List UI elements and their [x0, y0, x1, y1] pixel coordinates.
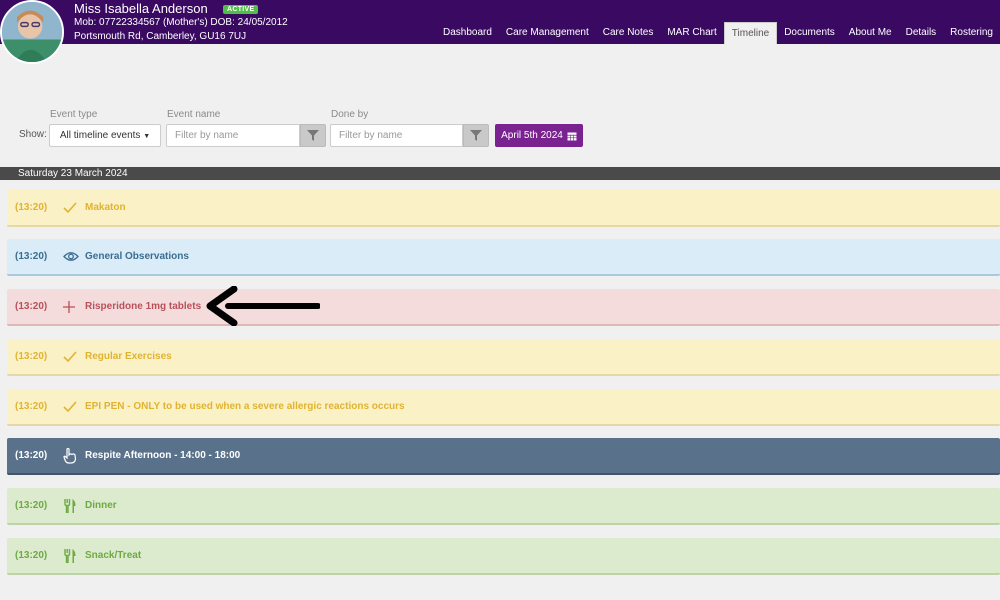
timeline-event-makaton[interactable]: (13:20) Makaton: [7, 190, 1000, 227]
status-badge: ACTIVE: [223, 5, 259, 14]
event-name-input[interactable]: [166, 124, 300, 147]
event-type-value: All timeline events: [59, 130, 141, 141]
hand-pointer-icon: [63, 447, 83, 464]
event-label: Risperidone 1mg tablets: [85, 301, 202, 312]
patient-address: Portsmouth Rd, Camberley, GU16 7UJ: [74, 31, 247, 42]
event-time: (13:20): [15, 251, 48, 262]
event-label: EPI PEN - ONLY to be used when a severe …: [85, 401, 405, 412]
check-icon: [63, 399, 83, 415]
avatar-photo: [2, 2, 62, 62]
tab-mar-chart[interactable]: MAR Chart: [660, 22, 723, 44]
timeline-event-respite-afternoon[interactable]: (13:20) Respite Afternoon - 14:00 - 18:0…: [7, 438, 1000, 475]
tab-documents[interactable]: Documents: [777, 22, 842, 44]
event-label: Respite Afternoon - 14:00 - 18:00: [85, 450, 241, 461]
timeline-event-regular-exercises[interactable]: (13:20) Regular Exercises: [7, 339, 1000, 376]
event-type-label: Event type: [50, 109, 98, 120]
event-time: (13:20): [15, 202, 48, 213]
timeline-event-dinner[interactable]: (13:20) Dinner: [7, 488, 1000, 525]
check-icon: [63, 200, 83, 216]
funnel-icon: [307, 130, 319, 141]
tab-care-notes[interactable]: Care Notes: [596, 22, 661, 44]
caret-down-icon: ▼: [143, 133, 151, 140]
event-time: (13:20): [15, 550, 48, 561]
tab-rostering[interactable]: Rostering: [943, 22, 1000, 44]
done-by-filter-button[interactable]: [463, 124, 489, 147]
timeline-event-snack-treat[interactable]: (13:20) Snack/Treat: [7, 538, 1000, 575]
event-name-label: Event name: [167, 109, 221, 120]
date-picker-button[interactable]: April 5th 2024: [495, 124, 583, 147]
patient-name: Miss Isabella Anderson: [74, 1, 208, 16]
eye-icon: [63, 249, 83, 265]
event-name-filter-button[interactable]: [300, 124, 326, 147]
tab-timeline[interactable]: Timeline: [723, 22, 778, 44]
date-picker-label: April 5th 2024: [501, 130, 563, 141]
plus-icon: [63, 299, 83, 315]
tab-care-management[interactable]: Care Management: [499, 22, 596, 44]
cutlery-icon: [63, 498, 83, 514]
event-time: (13:20): [15, 351, 48, 362]
event-label: Snack/Treat: [85, 550, 142, 561]
event-label: Regular Exercises: [85, 351, 172, 362]
funnel-icon: [470, 130, 482, 141]
done-by-label: Done by: [331, 109, 369, 120]
check-icon: [63, 349, 83, 365]
patient-contact: Mob: 07722334567 (Mother's) DOB: 24/05/2…: [74, 17, 288, 28]
tab-about-me[interactable]: About Me: [842, 22, 899, 44]
show-label: Show:: [19, 129, 47, 140]
done-by-input[interactable]: [330, 124, 463, 147]
event-label: General Observations: [85, 251, 189, 262]
event-time: (13:20): [15, 401, 48, 412]
timeline-event-general-observations[interactable]: (13:20) General Observations: [7, 239, 1000, 276]
main-nav: Dashboard Care Management Care Notes MAR…: [436, 22, 1000, 44]
timeline-event-epi-pen[interactable]: (13:20) EPI PEN - ONLY to be used when a…: [7, 389, 1000, 426]
annotation-arrow-icon: [206, 286, 320, 326]
tab-details[interactable]: Details: [899, 22, 944, 44]
calendar-icon: [567, 132, 577, 140]
app-header: Miss Isabella Anderson ACTIVE Mob: 07722…: [0, 0, 1000, 44]
tab-dashboard[interactable]: Dashboard: [436, 22, 499, 44]
event-label: Dinner: [85, 500, 117, 511]
event-time: (13:20): [15, 450, 48, 461]
event-time: (13:20): [15, 301, 48, 312]
event-label: Makaton: [85, 202, 126, 213]
timeline-date-header: Saturday 23 March 2024: [0, 167, 1000, 180]
cutlery-icon: [63, 548, 83, 564]
avatar: [0, 0, 64, 64]
event-time: (13:20): [15, 500, 48, 511]
event-type-dropdown[interactable]: All timeline events ▼: [49, 124, 161, 147]
timeline-event-risperidone[interactable]: (13:20) Risperidone 1mg tablets: [7, 289, 1000, 326]
